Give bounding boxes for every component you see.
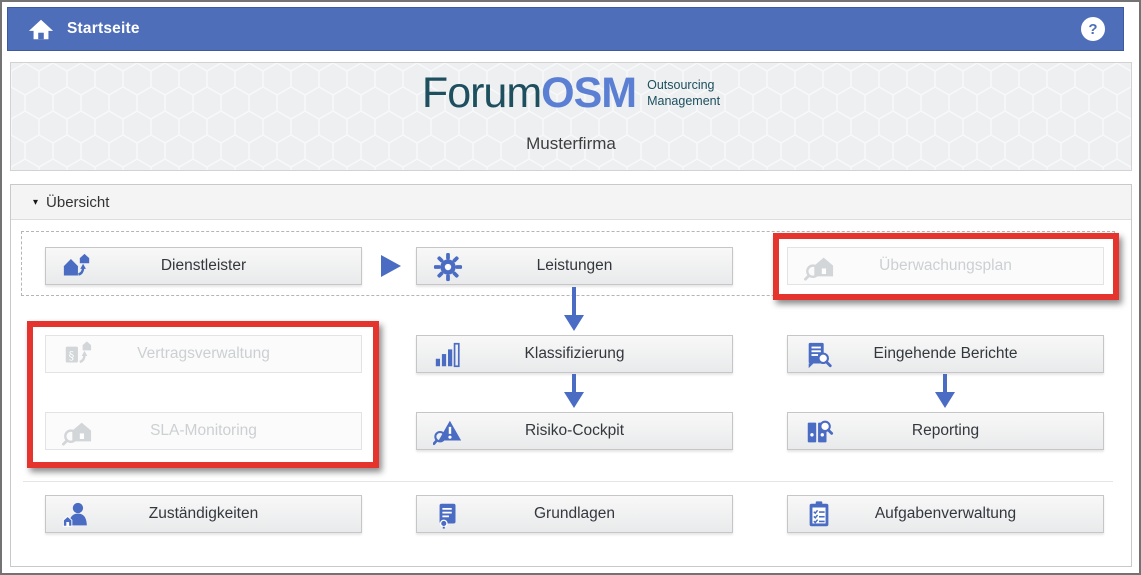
overview-panel: ▾ Übersicht bbox=[10, 184, 1132, 567]
binder-search-icon bbox=[804, 417, 834, 447]
triangle-down-icon: ▾ bbox=[33, 197, 38, 208]
flow-arrow-down-icon bbox=[564, 374, 584, 408]
section-header-uebersicht[interactable]: ▾ Übersicht bbox=[11, 185, 1131, 220]
button-ueberwachungsplan: Überwachungsplan bbox=[787, 247, 1104, 285]
company-name: Musterfirma bbox=[11, 134, 1131, 154]
button-reporting[interactable]: Reporting bbox=[787, 412, 1104, 450]
gear-icon bbox=[433, 252, 463, 282]
button-label: SLA-Monitoring bbox=[150, 422, 257, 440]
clipboard-checklist-icon bbox=[804, 500, 834, 530]
button-dienstleister[interactable]: Dienstleister bbox=[45, 247, 362, 285]
button-risiko-cockpit[interactable]: Risiko-Cockpit bbox=[416, 412, 733, 450]
contract-paragraph-icon: § bbox=[62, 340, 92, 370]
button-label: Dienstleister bbox=[161, 257, 246, 275]
button-sla-monitoring: SLA-Monitoring bbox=[45, 412, 362, 450]
button-label: Grundlagen bbox=[534, 505, 615, 523]
monitoring-search-house-icon bbox=[804, 252, 834, 282]
question-mark-icon: ? bbox=[1088, 21, 1097, 38]
app-logo: ForumOSM Outsourcing Management bbox=[11, 72, 1131, 115]
button-label: Aufgabenverwaltung bbox=[875, 505, 1016, 523]
startseite-screen: Startseite ? ForumOSM Outsourcing Manage… bbox=[0, 0, 1141, 575]
logo-text-osm: OSM bbox=[541, 69, 636, 117]
button-label: Risiko-Cockpit bbox=[525, 422, 624, 440]
button-leistungen[interactable]: Leistungen bbox=[416, 247, 733, 285]
page-title: Startseite bbox=[67, 20, 140, 38]
logo-subtitle-line1: Outsourcing bbox=[647, 77, 720, 93]
button-label: Eingehende Berichte bbox=[874, 345, 1018, 363]
button-label: Vertragsverwaltung bbox=[137, 345, 270, 363]
scroll-document-icon bbox=[433, 500, 463, 530]
report-search-icon bbox=[804, 340, 834, 370]
logo-subtitle-line2: Management bbox=[647, 93, 720, 109]
warning-search-icon bbox=[433, 417, 463, 447]
button-zustaendigkeiten[interactable]: Zuständigkeiten bbox=[45, 495, 362, 533]
button-label: Leistungen bbox=[537, 257, 613, 275]
bar-chart-icon bbox=[433, 340, 463, 370]
button-label: Überwachungsplan bbox=[879, 257, 1012, 275]
help-button[interactable]: ? bbox=[1081, 17, 1105, 41]
person-house-icon bbox=[62, 500, 92, 530]
flow-arrow-down-icon bbox=[564, 287, 584, 331]
logo-subtitle: Outsourcing Management bbox=[647, 77, 720, 110]
button-aufgabenverwaltung[interactable]: Aufgabenverwaltung bbox=[787, 495, 1104, 533]
button-klassifizierung[interactable]: Klassifizierung bbox=[416, 335, 733, 373]
logo-text-forum: Forum bbox=[422, 69, 541, 117]
button-label: Reporting bbox=[912, 422, 979, 440]
provider-transfer-icon bbox=[62, 252, 92, 282]
section-title: Übersicht bbox=[46, 194, 109, 211]
button-vertragsverwaltung: § Vertragsverwaltung bbox=[45, 335, 362, 373]
sla-search-house-icon bbox=[62, 417, 92, 447]
button-label: Zuständigkeiten bbox=[149, 505, 258, 523]
button-label: Klassifizierung bbox=[525, 345, 625, 363]
top-bar: Startseite ? bbox=[7, 7, 1124, 51]
button-eingehende-berichte[interactable]: Eingehende Berichte bbox=[787, 335, 1104, 373]
svg-text:§: § bbox=[69, 349, 75, 362]
section-divider bbox=[23, 481, 1113, 482]
flow-arrow-down-icon bbox=[935, 374, 955, 408]
flow-arrow-right-icon bbox=[381, 255, 401, 277]
home-icon[interactable] bbox=[28, 17, 54, 41]
button-grundlagen[interactable]: Grundlagen bbox=[416, 495, 733, 533]
logo-header: ForumOSM Outsourcing Management Musterfi… bbox=[10, 62, 1132, 171]
